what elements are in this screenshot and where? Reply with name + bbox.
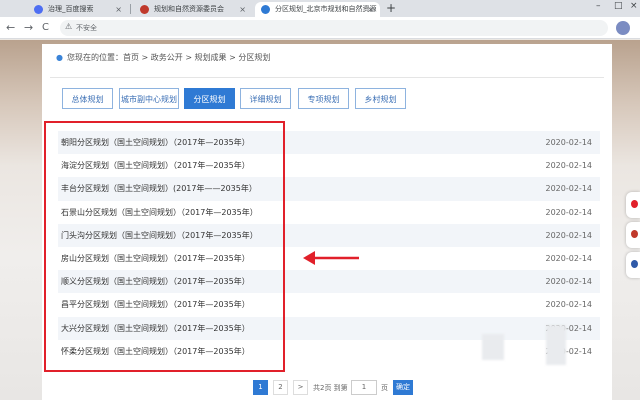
list-item-date: 2020-02-14 xyxy=(545,277,593,287)
blurred-image xyxy=(546,325,566,365)
minimize-icon[interactable]: – xyxy=(596,1,601,11)
tab-district-plan[interactable]: 分区规划 xyxy=(184,88,235,109)
next-page-button[interactable]: > xyxy=(293,380,308,395)
close-tab-icon[interactable]: × xyxy=(239,2,246,17)
forward-button[interactable]: → xyxy=(24,20,33,36)
list-item-date: 2020-02-14 xyxy=(545,253,593,263)
site-favicon-icon xyxy=(140,5,149,14)
side-tool-button[interactable] xyxy=(626,222,640,248)
page-button-2[interactable]: 2 xyxy=(273,380,288,395)
tab-rural-plan[interactable]: 乡村规划 xyxy=(355,88,406,109)
list-item-date: 2020-02-14 xyxy=(545,207,593,217)
annotation-arrow-icon xyxy=(303,251,359,265)
tab-detailed-plan[interactable]: 详细规划 xyxy=(240,88,291,109)
browser-tab-active[interactable]: 分区规划_北京市规划和自然资源 × xyxy=(255,2,380,17)
list-item-date: 2020-02-14 xyxy=(545,161,593,171)
list-item-date: 2020-02-14 xyxy=(545,300,593,310)
browser-tab-bar: 治理_百度搜索 × 规划和自然资源委员会 × 分区规划_北京市规划和自然资源 ×… xyxy=(0,0,640,17)
page-total-label: 共2页 到第 xyxy=(313,384,348,392)
browser-tab-baidu[interactable]: 治理_百度搜索 × xyxy=(28,2,128,17)
breadcrumb: ● 您现在的位置：首页 > 政务公开 > 规划成果 > 分区规划 xyxy=(56,52,270,63)
divider xyxy=(50,77,604,78)
breadcrumb-text: 您现在的位置：首页 > 政务公开 > 规划成果 > 分区规划 xyxy=(66,53,271,62)
annotation-highlight-box xyxy=(44,121,285,372)
list-item-date: 2020-02-14 xyxy=(545,230,593,240)
tab-overall-plan[interactable]: 总体规划 xyxy=(62,88,113,109)
close-tab-icon[interactable]: × xyxy=(367,2,374,17)
tab-title: 分区规划_北京市规划和自然资源 xyxy=(275,5,377,13)
tab-title: 规划和自然资源委员会 xyxy=(154,5,224,13)
close-tab-icon[interactable]: × xyxy=(115,2,122,17)
warning-icon: ⚠ xyxy=(65,22,73,31)
baidu-favicon-icon xyxy=(34,5,43,14)
maximize-icon[interactable]: □ xyxy=(614,1,623,11)
back-button[interactable]: ← xyxy=(6,20,15,36)
browser-tab-commission[interactable]: 规划和自然资源委员会 × xyxy=(134,2,252,17)
blurred-image xyxy=(482,334,504,360)
insecure-label: 不安全 xyxy=(76,24,97,32)
side-tool-button[interactable] xyxy=(626,192,640,218)
profile-avatar[interactable] xyxy=(616,21,630,35)
tab-sub-center-plan[interactable]: 城市副中心规划 xyxy=(119,88,179,109)
page-unit-label: 页 xyxy=(381,384,388,392)
tab-special-plan[interactable]: 专项规划 xyxy=(298,88,349,109)
close-window-icon[interactable]: × xyxy=(630,1,638,11)
new-tab-button[interactable]: + xyxy=(386,2,396,15)
page-number-input[interactable]: 1 xyxy=(351,380,377,395)
location-pin-icon: ● xyxy=(56,53,63,62)
side-tool-button[interactable] xyxy=(626,252,640,278)
page-button-1[interactable]: 1 xyxy=(253,380,268,395)
tab-title: 治理_百度搜索 xyxy=(48,5,94,13)
site-favicon-icon xyxy=(261,5,270,14)
go-page-button[interactable]: 确定 xyxy=(393,380,413,395)
list-item-date: 2020-02-14 xyxy=(545,138,593,147)
list-item-date: 2020-02-14 xyxy=(545,184,593,194)
reload-button[interactable]: C xyxy=(42,20,49,36)
browser-toolbar: ← → C ⚠ 不安全 xyxy=(0,17,640,39)
address-bar[interactable]: ⚠ 不安全 xyxy=(60,20,608,36)
